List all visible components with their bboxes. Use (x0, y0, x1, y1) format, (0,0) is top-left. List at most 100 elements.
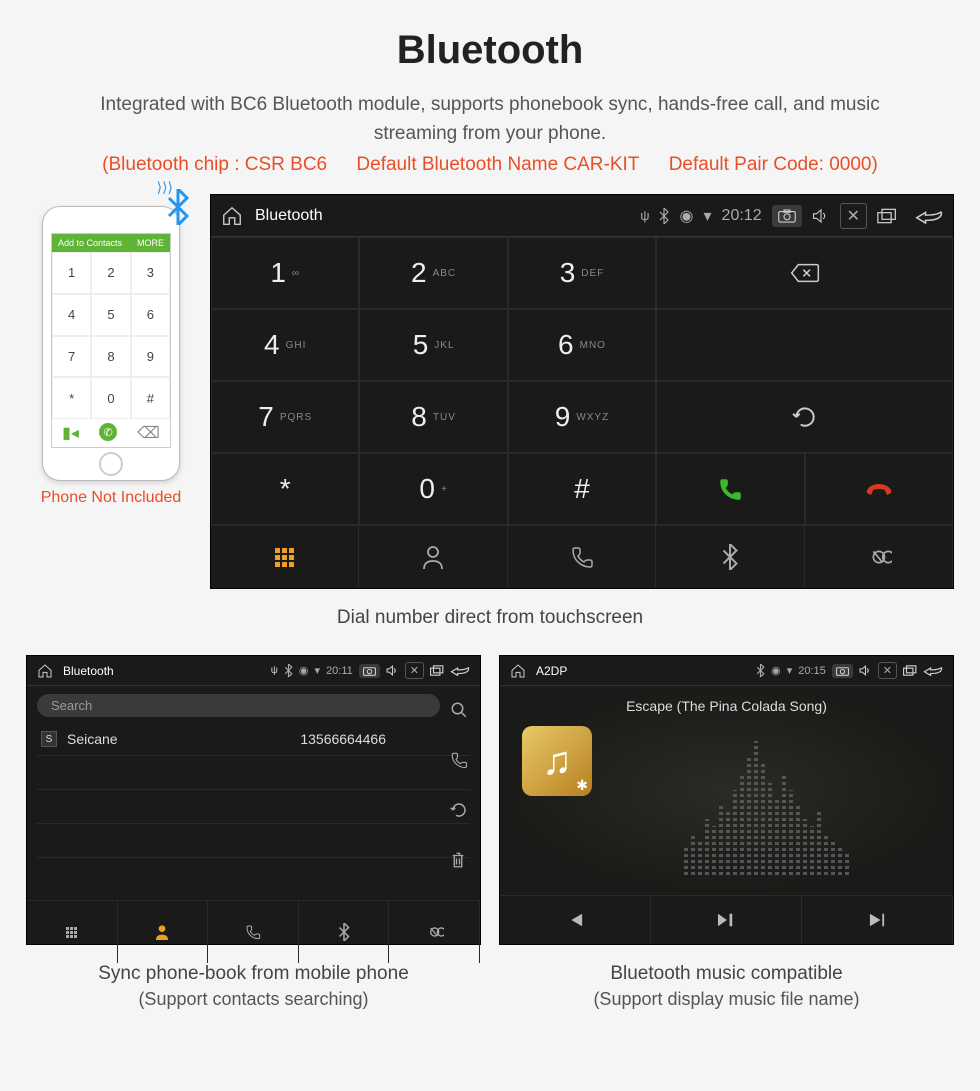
key-5[interactable]: 5JKL (359, 309, 507, 381)
bluetooth-status-icon (284, 664, 293, 677)
sync-icon[interactable] (450, 801, 468, 819)
phone-mockup-column: ⟩⟩⟩ Add to Contacts MORE 123 456 789 *0#… (26, 194, 196, 507)
home-icon[interactable] (37, 663, 53, 679)
contact-row[interactable]: S Seicane 13566664466 (37, 723, 470, 756)
volume-icon[interactable] (859, 665, 872, 676)
phonebook-subcaption: (Support contacts searching) (26, 989, 481, 1010)
key-4[interactable]: 4GHI (211, 309, 359, 381)
nav-recents[interactable] (508, 526, 656, 588)
music-screen: A2DP ◉ ▾ 20:15 ✕ Escape (The Pina Colada… (499, 655, 954, 945)
dialer-caption: Dial number direct from touchscreen (0, 607, 980, 629)
camera-icon[interactable] (359, 664, 380, 678)
key-8[interactable]: 8TUV (359, 381, 507, 453)
location-icon: ◉ (771, 664, 781, 677)
music-subcaption: (Support display music file name) (499, 989, 954, 1010)
recent-apps-icon[interactable] (903, 665, 917, 676)
volume-icon[interactable] (386, 665, 399, 676)
key-0[interactable]: 0+ (359, 453, 507, 525)
statusbar: Bluetooth ψ ◉ ▾ 20:12 ✕ (211, 195, 953, 237)
key-backspace[interactable] (656, 237, 953, 309)
dialer-screen: Bluetooth ψ ◉ ▾ 20:12 ✕ (210, 194, 954, 589)
key-2[interactable]: 2ABC (359, 237, 507, 309)
nav-bluetooth[interactable] (656, 526, 804, 588)
spec-chip: (Bluetooth chip : CSR BC6 (102, 154, 327, 175)
back-icon[interactable] (915, 208, 943, 224)
recent-apps-icon[interactable] (877, 208, 897, 224)
statusbar: Bluetooth ψ ◉ ▾ 20:11 ✕ (27, 656, 480, 686)
media-controls (500, 895, 953, 944)
wifi-icon: ▾ (787, 664, 793, 677)
close-icon[interactable]: ✕ (878, 662, 897, 679)
camera-icon[interactable] (832, 664, 853, 678)
clock: 20:12 (722, 207, 762, 225)
wifi-icon: ▾ (315, 664, 321, 677)
spec-code: Default Pair Code: 0000) (669, 154, 878, 175)
key-3[interactable]: 3DEF (508, 237, 656, 309)
contact-name: Seicane (67, 731, 118, 747)
recent-apps-icon[interactable] (430, 665, 444, 676)
nav-bluetooth[interactable] (299, 901, 390, 963)
usb-icon: ψ (271, 665, 278, 676)
phone-top-label: Add to Contacts (58, 238, 122, 248)
phonebook-screen: Bluetooth ψ ◉ ▾ 20:11 ✕ Search S (26, 655, 481, 945)
call-icon[interactable] (450, 751, 468, 769)
nav-recents[interactable] (208, 901, 299, 963)
dialpad: 1∞ 2ABC 3DEF 4GHI 5JKL 6MNO 7PQRS 8TUV 9… (211, 237, 953, 525)
key-empty (656, 309, 953, 381)
bluetooth-icon (163, 189, 193, 225)
close-icon[interactable]: ✕ (405, 662, 424, 679)
status-title: Bluetooth (63, 664, 114, 678)
video-icon: ▮◂ (62, 423, 79, 443)
delete-icon[interactable] (450, 851, 468, 869)
dialpad-icon (275, 548, 294, 567)
call-button[interactable] (656, 453, 804, 525)
play-pause-button[interactable] (651, 896, 802, 944)
contact-row-empty (37, 790, 470, 824)
nav-pair[interactable] (389, 901, 480, 963)
statusbar: A2DP ◉ ▾ 20:15 ✕ (500, 656, 953, 686)
next-button[interactable] (802, 896, 953, 944)
key-9[interactable]: 9WXYZ (508, 381, 656, 453)
key-star[interactable]: * (211, 453, 359, 525)
nav-contacts[interactable] (118, 901, 209, 963)
key-redial[interactable] (656, 381, 953, 453)
clock: 20:15 (798, 665, 826, 677)
back-icon[interactable] (450, 665, 470, 676)
bluetooth-status-icon (756, 664, 765, 677)
search-icon[interactable] (450, 701, 468, 719)
phone-dialpad: 123 456 789 *0# (52, 252, 170, 419)
backspace-icon: ⌫ (137, 423, 160, 443)
key-hash[interactable]: # (508, 453, 656, 525)
page-specs: (Bluetooth chip : CSR BC6 Default Blueto… (0, 154, 980, 194)
bottom-nav (211, 525, 953, 588)
home-icon[interactable] (221, 205, 243, 227)
contact-row-empty (37, 756, 470, 790)
nav-dialpad[interactable] (211, 526, 359, 588)
contact-list: S Seicane 13566664466 (27, 723, 480, 900)
bluetooth-status-icon (658, 208, 670, 224)
nav-pair[interactable] (805, 526, 953, 588)
back-icon[interactable] (923, 665, 943, 676)
phone-mockup: ⟩⟩⟩ Add to Contacts MORE 123 456 789 *0#… (42, 206, 180, 481)
volume-icon[interactable] (812, 208, 830, 224)
call-icon: ✆ (99, 423, 117, 441)
nav-contacts[interactable] (359, 526, 507, 588)
contact-row-empty (37, 824, 470, 858)
nav-dialpad[interactable] (27, 901, 118, 963)
close-icon[interactable]: ✕ (840, 203, 867, 229)
prev-button[interactable] (500, 896, 651, 944)
camera-icon[interactable] (772, 205, 802, 227)
home-icon[interactable] (510, 663, 526, 679)
status-title: A2DP (536, 664, 567, 678)
key-6[interactable]: 6MNO (508, 309, 656, 381)
search-input[interactable]: Search (37, 694, 440, 717)
location-icon: ◉ (299, 664, 309, 677)
key-1[interactable]: 1∞ (211, 237, 359, 309)
spec-name: Default Bluetooth Name CAR-KIT (356, 154, 639, 175)
phone-top-more: MORE (137, 238, 164, 248)
status-title: Bluetooth (255, 207, 323, 225)
hangup-button[interactable] (805, 453, 953, 525)
key-7[interactable]: 7PQRS (211, 381, 359, 453)
bottom-nav (27, 900, 480, 944)
phone-home-button (99, 452, 123, 476)
